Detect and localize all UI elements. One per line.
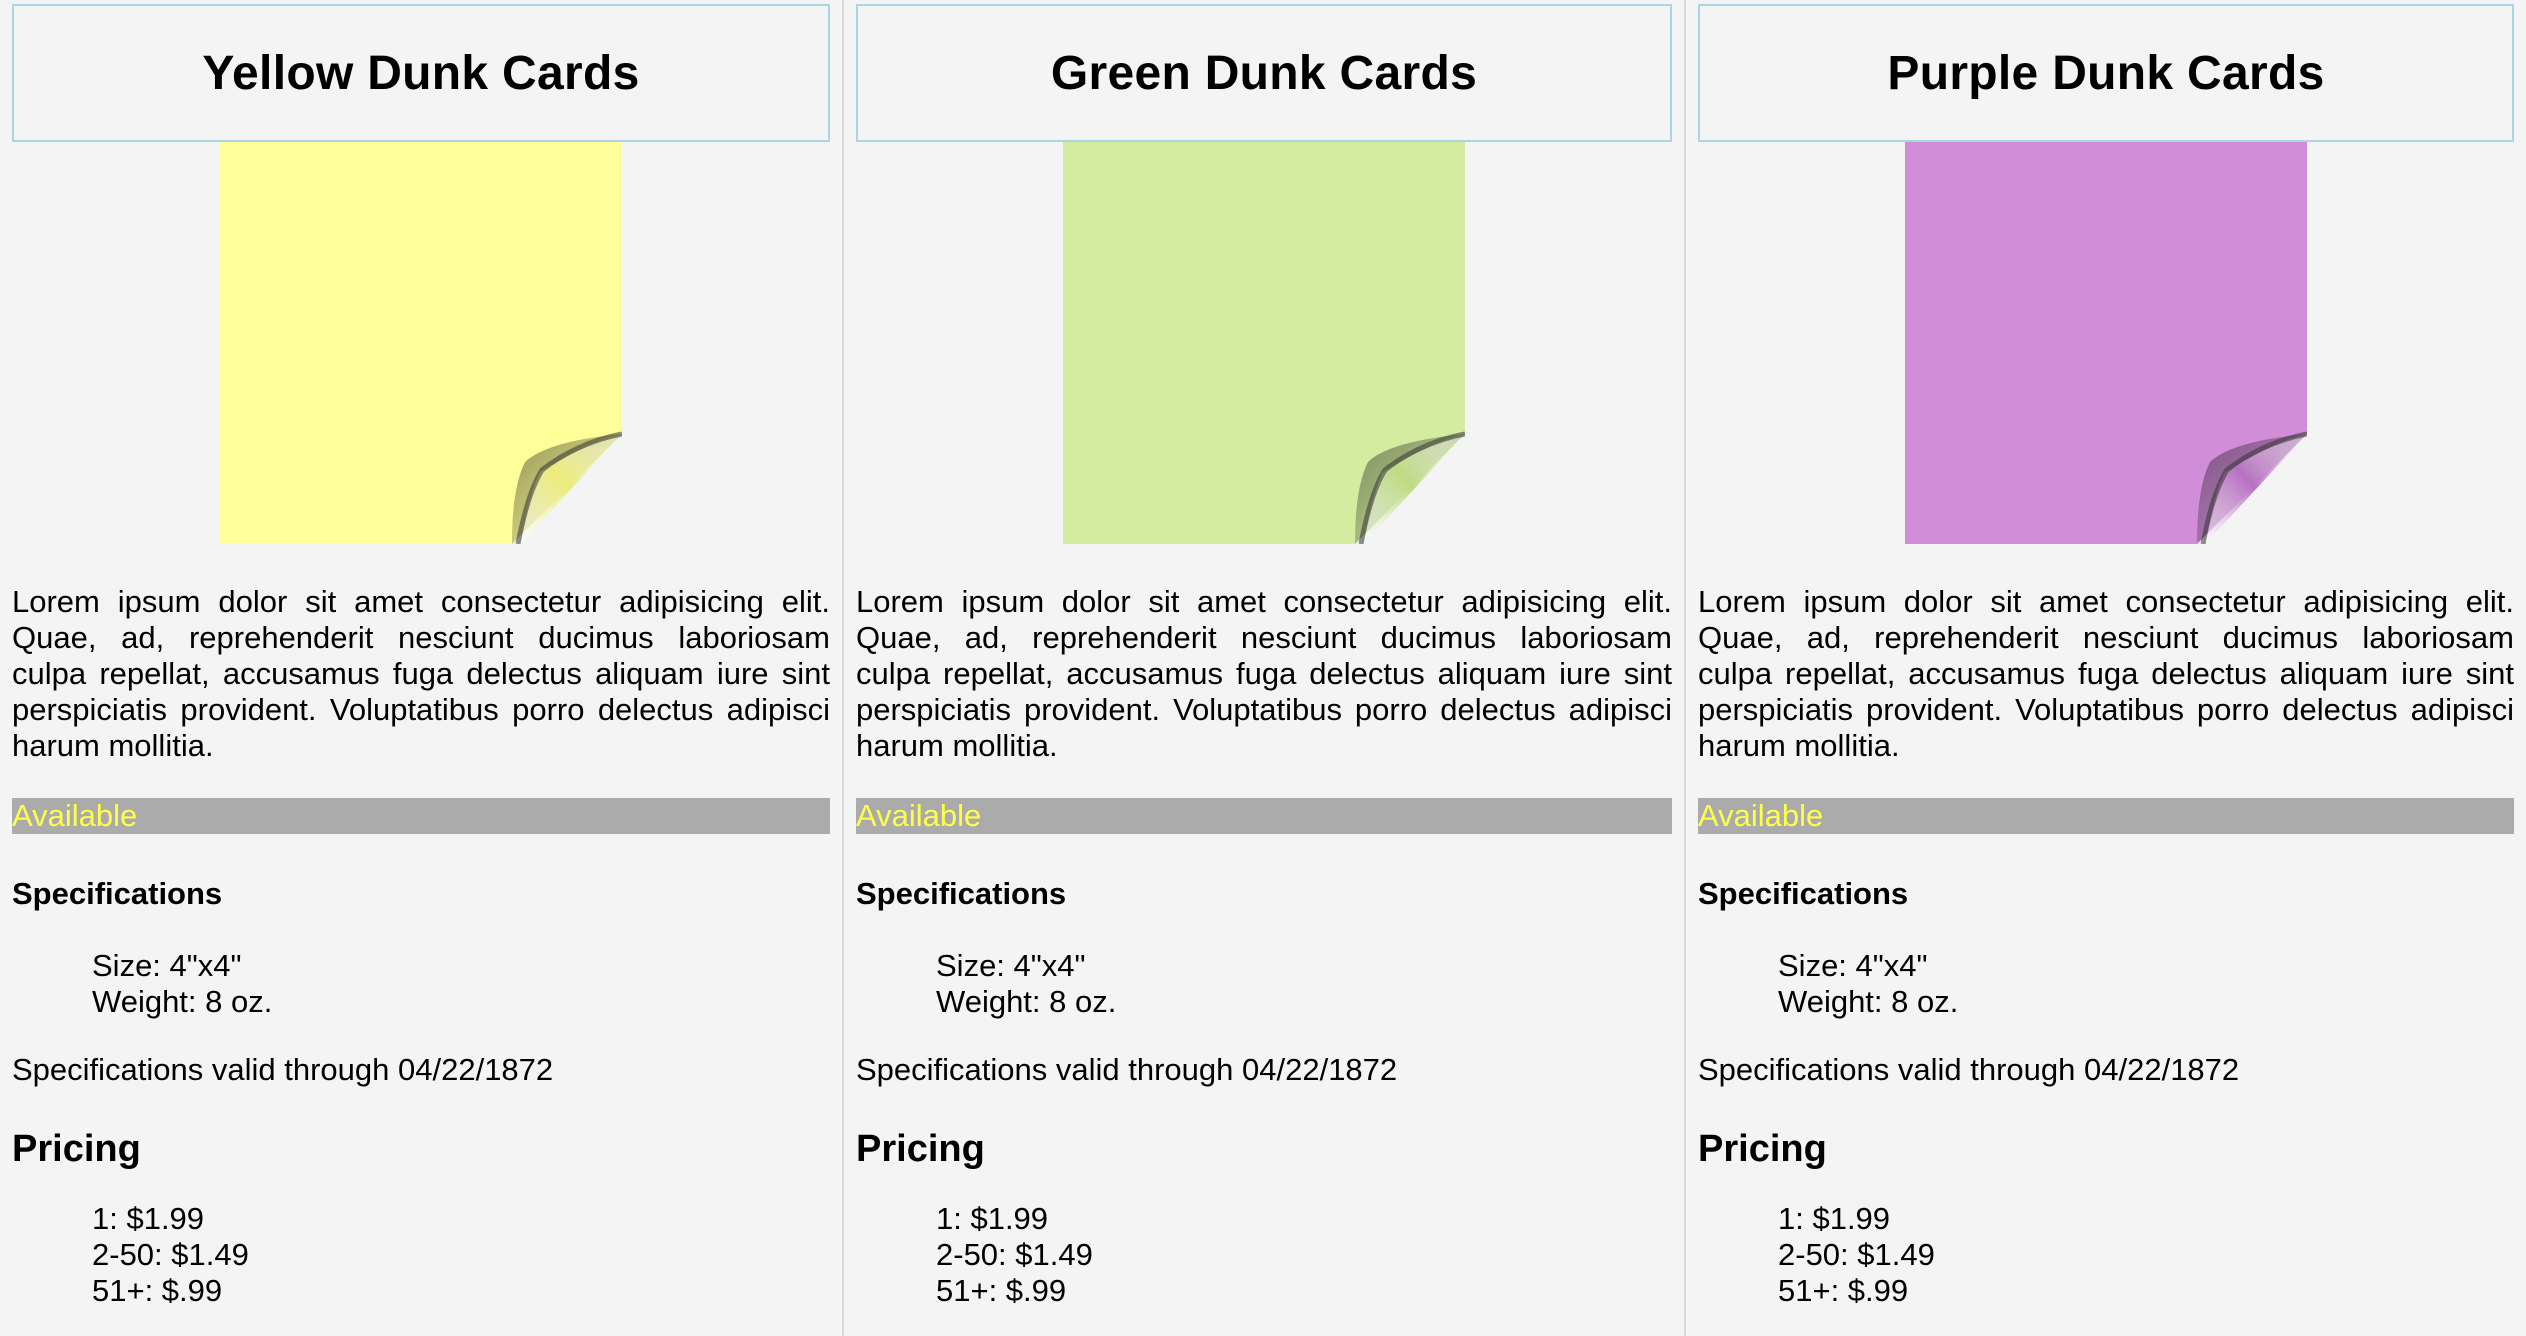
spec-size: Size: 4"x4" <box>1778 948 1928 983</box>
specifications-valid-note: Specifications valid through 04/22/1872 <box>856 1052 1398 1087</box>
price-tier: 2-50: $1.49 <box>1778 1237 1935 1272</box>
sticky-note-icon <box>220 142 622 544</box>
pricing-list: 1: $1.99 2-50: $1.49 51+: $.99 <box>1698 1201 2514 1309</box>
sticky-note-graphic <box>1063 142 1465 544</box>
note-image-wrap <box>12 142 830 552</box>
price-tier: 2-50: $1.49 <box>936 1237 1093 1272</box>
specifications-valid-note: Specifications valid through 04/22/1872 <box>1698 1052 2240 1087</box>
specifications-valid-note: Specifications valid through 04/22/1872 <box>12 1052 554 1087</box>
card-description: Lorem ipsum dolor sit amet consectetur a… <box>12 584 830 763</box>
sticky-note-graphic <box>1905 142 2307 544</box>
note-image-wrap <box>856 142 1672 552</box>
pricing-heading: Pricing <box>856 1128 985 1170</box>
price-tier: 51+: $.99 <box>92 1273 223 1308</box>
specifications-heading: Specifications <box>1698 876 1909 911</box>
product-columns: Yellow Dunk Cards Lorem ipsum dolor sit … <box>0 0 2526 1336</box>
spec-weight: Weight: 8 oz. <box>936 984 1117 1019</box>
sticky-note-graphic <box>220 142 622 544</box>
card-description: Lorem ipsum dolor sit amet consectetur a… <box>856 584 1672 763</box>
specifications-list: Size: 4"x4" Weight: 8 oz. <box>12 948 830 1020</box>
specifications-list: Size: 4"x4" Weight: 8 oz. <box>856 948 1672 1020</box>
pricing-heading: Pricing <box>1698 1128 1827 1170</box>
product-card-yellow: Yellow Dunk Cards Lorem ipsum dolor sit … <box>0 0 842 1336</box>
note-image-wrap <box>1698 142 2514 552</box>
price-tier: 1: $1.99 <box>936 1201 1049 1236</box>
spec-size: Size: 4"x4" <box>92 948 242 983</box>
spec-weight: Weight: 8 oz. <box>92 984 273 1019</box>
pricing-heading: Pricing <box>12 1128 141 1170</box>
card-description: Lorem ipsum dolor sit amet consectetur a… <box>1698 584 2514 763</box>
card-header: Green Dunk Cards <box>856 4 1672 142</box>
spec-size: Size: 4"x4" <box>936 948 1086 983</box>
availability-badge: Available <box>856 798 1672 834</box>
pricing-list: 1: $1.99 2-50: $1.49 51+: $.99 <box>856 1201 1672 1309</box>
card-header: Yellow Dunk Cards <box>12 4 830 142</box>
card-title: Yellow Dunk Cards <box>202 46 640 100</box>
pricing-list: 1: $1.99 2-50: $1.49 51+: $.99 <box>12 1201 830 1309</box>
sticky-note-icon <box>1063 142 1465 544</box>
card-title: Purple Dunk Cards <box>1887 46 2325 100</box>
price-tier: 1: $1.99 <box>92 1201 205 1236</box>
product-card-purple: Purple Dunk Cards Lorem ipsum dolor sit … <box>1684 0 2526 1336</box>
availability-badge: Available <box>1698 798 2514 834</box>
price-tier: 1: $1.99 <box>1778 1201 1891 1236</box>
availability-badge: Available <box>12 798 830 834</box>
specifications-list: Size: 4"x4" Weight: 8 oz. <box>1698 948 2514 1020</box>
sticky-note-icon <box>1905 142 2307 544</box>
price-tier: 2-50: $1.49 <box>92 1237 249 1272</box>
price-tier: 51+: $.99 <box>1778 1273 1909 1308</box>
specifications-heading: Specifications <box>856 876 1067 911</box>
card-header: Purple Dunk Cards <box>1698 4 2514 142</box>
product-card-green: Green Dunk Cards Lorem ipsum dolor sit a… <box>842 0 1684 1336</box>
card-title: Green Dunk Cards <box>1050 46 1478 100</box>
price-tier: 51+: $.99 <box>936 1273 1067 1308</box>
specifications-heading: Specifications <box>12 876 223 911</box>
spec-weight: Weight: 8 oz. <box>1778 984 1959 1019</box>
